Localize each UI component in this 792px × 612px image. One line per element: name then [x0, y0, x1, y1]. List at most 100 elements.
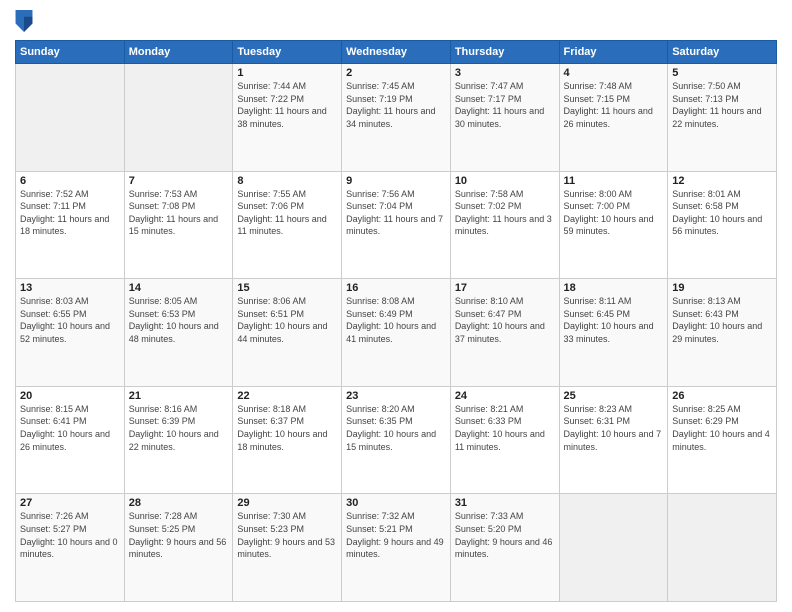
calendar-cell: 1Sunrise: 7:44 AM Sunset: 7:22 PM Daylig… [233, 64, 342, 172]
day-header: Thursday [450, 41, 559, 64]
calendar-cell: 9Sunrise: 7:56 AM Sunset: 7:04 PM Daylig… [342, 171, 451, 279]
day-number: 19 [672, 282, 772, 294]
calendar-cell: 7Sunrise: 7:53 AM Sunset: 7:08 PM Daylig… [124, 171, 233, 279]
day-info: Sunrise: 8:11 AM Sunset: 6:45 PM Dayligh… [564, 295, 664, 345]
calendar-cell: 13Sunrise: 8:03 AM Sunset: 6:55 PM Dayli… [16, 279, 125, 387]
day-info: Sunrise: 7:53 AM Sunset: 7:08 PM Dayligh… [129, 188, 229, 238]
day-info: Sunrise: 7:55 AM Sunset: 7:06 PM Dayligh… [237, 188, 337, 238]
day-number: 14 [129, 282, 229, 294]
calendar-week: 27Sunrise: 7:26 AM Sunset: 5:27 PM Dayli… [16, 494, 777, 602]
calendar-cell: 18Sunrise: 8:11 AM Sunset: 6:45 PM Dayli… [559, 279, 668, 387]
day-number: 22 [237, 390, 337, 402]
logo [15, 10, 37, 32]
calendar-cell: 24Sunrise: 8:21 AM Sunset: 6:33 PM Dayli… [450, 386, 559, 494]
calendar-cell [668, 494, 777, 602]
day-header: Tuesday [233, 41, 342, 64]
calendar-cell: 15Sunrise: 8:06 AM Sunset: 6:51 PM Dayli… [233, 279, 342, 387]
day-number: 3 [455, 67, 555, 79]
calendar-cell: 2Sunrise: 7:45 AM Sunset: 7:19 PM Daylig… [342, 64, 451, 172]
day-number: 1 [237, 67, 337, 79]
day-info: Sunrise: 7:33 AM Sunset: 5:20 PM Dayligh… [455, 510, 555, 560]
day-header: Saturday [668, 41, 777, 64]
day-number: 20 [20, 390, 120, 402]
day-info: Sunrise: 8:15 AM Sunset: 6:41 PM Dayligh… [20, 403, 120, 453]
day-number: 31 [455, 497, 555, 509]
day-info: Sunrise: 7:28 AM Sunset: 5:25 PM Dayligh… [129, 510, 229, 560]
calendar-cell: 19Sunrise: 8:13 AM Sunset: 6:43 PM Dayli… [668, 279, 777, 387]
day-number: 30 [346, 497, 446, 509]
day-info: Sunrise: 8:01 AM Sunset: 6:58 PM Dayligh… [672, 188, 772, 238]
calendar-cell: 22Sunrise: 8:18 AM Sunset: 6:37 PM Dayli… [233, 386, 342, 494]
day-number: 7 [129, 175, 229, 187]
calendar-week: 6Sunrise: 7:52 AM Sunset: 7:11 PM Daylig… [16, 171, 777, 279]
day-number: 18 [564, 282, 664, 294]
day-number: 25 [564, 390, 664, 402]
calendar-cell: 12Sunrise: 8:01 AM Sunset: 6:58 PM Dayli… [668, 171, 777, 279]
day-info: Sunrise: 8:05 AM Sunset: 6:53 PM Dayligh… [129, 295, 229, 345]
day-info: Sunrise: 8:00 AM Sunset: 7:00 PM Dayligh… [564, 188, 664, 238]
day-info: Sunrise: 8:13 AM Sunset: 6:43 PM Dayligh… [672, 295, 772, 345]
day-number: 5 [672, 67, 772, 79]
calendar-cell [124, 64, 233, 172]
day-number: 9 [346, 175, 446, 187]
calendar-cell: 29Sunrise: 7:30 AM Sunset: 5:23 PM Dayli… [233, 494, 342, 602]
day-number: 11 [564, 175, 664, 187]
day-number: 6 [20, 175, 120, 187]
day-info: Sunrise: 8:25 AM Sunset: 6:29 PM Dayligh… [672, 403, 772, 453]
day-info: Sunrise: 8:06 AM Sunset: 6:51 PM Dayligh… [237, 295, 337, 345]
day-number: 17 [455, 282, 555, 294]
calendar-cell: 4Sunrise: 7:48 AM Sunset: 7:15 PM Daylig… [559, 64, 668, 172]
day-number: 15 [237, 282, 337, 294]
calendar-cell: 30Sunrise: 7:32 AM Sunset: 5:21 PM Dayli… [342, 494, 451, 602]
day-info: Sunrise: 7:47 AM Sunset: 7:17 PM Dayligh… [455, 80, 555, 130]
calendar-cell: 14Sunrise: 8:05 AM Sunset: 6:53 PM Dayli… [124, 279, 233, 387]
calendar-cell: 21Sunrise: 8:16 AM Sunset: 6:39 PM Dayli… [124, 386, 233, 494]
day-number: 29 [237, 497, 337, 509]
day-number: 8 [237, 175, 337, 187]
day-number: 28 [129, 497, 229, 509]
calendar-cell: 25Sunrise: 8:23 AM Sunset: 6:31 PM Dayli… [559, 386, 668, 494]
day-info: Sunrise: 7:26 AM Sunset: 5:27 PM Dayligh… [20, 510, 120, 560]
day-info: Sunrise: 7:44 AM Sunset: 7:22 PM Dayligh… [237, 80, 337, 130]
day-number: 2 [346, 67, 446, 79]
day-info: Sunrise: 8:18 AM Sunset: 6:37 PM Dayligh… [237, 403, 337, 453]
calendar-cell: 31Sunrise: 7:33 AM Sunset: 5:20 PM Dayli… [450, 494, 559, 602]
day-info: Sunrise: 7:45 AM Sunset: 7:19 PM Dayligh… [346, 80, 446, 130]
day-number: 26 [672, 390, 772, 402]
logo-icon [15, 10, 33, 32]
day-header: Wednesday [342, 41, 451, 64]
day-info: Sunrise: 7:58 AM Sunset: 7:02 PM Dayligh… [455, 188, 555, 238]
calendar-week: 1Sunrise: 7:44 AM Sunset: 7:22 PM Daylig… [16, 64, 777, 172]
calendar-cell: 16Sunrise: 8:08 AM Sunset: 6:49 PM Dayli… [342, 279, 451, 387]
calendar-cell: 11Sunrise: 8:00 AM Sunset: 7:00 PM Dayli… [559, 171, 668, 279]
day-info: Sunrise: 7:50 AM Sunset: 7:13 PM Dayligh… [672, 80, 772, 130]
day-info: Sunrise: 7:32 AM Sunset: 5:21 PM Dayligh… [346, 510, 446, 560]
day-number: 13 [20, 282, 120, 294]
day-info: Sunrise: 8:21 AM Sunset: 6:33 PM Dayligh… [455, 403, 555, 453]
day-number: 16 [346, 282, 446, 294]
day-info: Sunrise: 8:16 AM Sunset: 6:39 PM Dayligh… [129, 403, 229, 453]
day-info: Sunrise: 7:56 AM Sunset: 7:04 PM Dayligh… [346, 188, 446, 238]
day-info: Sunrise: 8:20 AM Sunset: 6:35 PM Dayligh… [346, 403, 446, 453]
calendar-cell: 8Sunrise: 7:55 AM Sunset: 7:06 PM Daylig… [233, 171, 342, 279]
day-number: 27 [20, 497, 120, 509]
day-number: 4 [564, 67, 664, 79]
calendar-cell: 23Sunrise: 8:20 AM Sunset: 6:35 PM Dayli… [342, 386, 451, 494]
calendar-cell: 20Sunrise: 8:15 AM Sunset: 6:41 PM Dayli… [16, 386, 125, 494]
calendar-cell: 17Sunrise: 8:10 AM Sunset: 6:47 PM Dayli… [450, 279, 559, 387]
calendar-cell: 28Sunrise: 7:28 AM Sunset: 5:25 PM Dayli… [124, 494, 233, 602]
day-info: Sunrise: 8:03 AM Sunset: 6:55 PM Dayligh… [20, 295, 120, 345]
day-info: Sunrise: 7:48 AM Sunset: 7:15 PM Dayligh… [564, 80, 664, 130]
day-header: Friday [559, 41, 668, 64]
calendar-cell: 3Sunrise: 7:47 AM Sunset: 7:17 PM Daylig… [450, 64, 559, 172]
calendar-cell [16, 64, 125, 172]
day-number: 12 [672, 175, 772, 187]
day-info: Sunrise: 8:10 AM Sunset: 6:47 PM Dayligh… [455, 295, 555, 345]
day-number: 21 [129, 390, 229, 402]
calendar-week: 20Sunrise: 8:15 AM Sunset: 6:41 PM Dayli… [16, 386, 777, 494]
day-number: 24 [455, 390, 555, 402]
day-info: Sunrise: 7:30 AM Sunset: 5:23 PM Dayligh… [237, 510, 337, 560]
day-header: Monday [124, 41, 233, 64]
calendar-week: 13Sunrise: 8:03 AM Sunset: 6:55 PM Dayli… [16, 279, 777, 387]
calendar-cell: 5Sunrise: 7:50 AM Sunset: 7:13 PM Daylig… [668, 64, 777, 172]
